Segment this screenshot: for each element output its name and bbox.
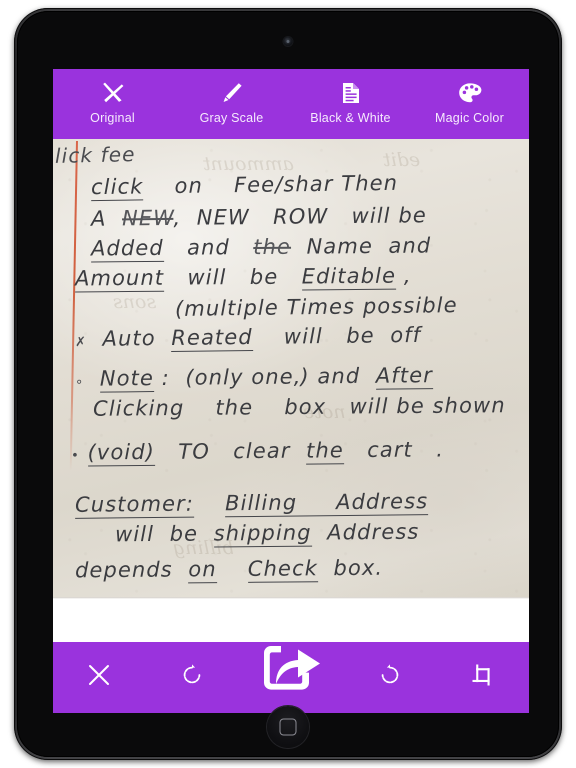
document-icon [340,80,362,106]
filter-original-label: Original [90,111,135,125]
handwriting-line: Added and the Name and [90,233,432,263]
ghost-bleed-text: edit [383,149,421,171]
filter-gray-scale-label: Gray Scale [199,111,264,125]
ghost-bleed-text: ammount [203,153,294,175]
handwriting-line: will be shipping Address [114,519,420,548]
filter-black-white[interactable]: Black & White [291,69,410,139]
red-margin-rule [69,140,79,471]
handwriting-line: ∘ Note : (only one,) and After [74,363,434,393]
home-button[interactable] [267,706,309,748]
filter-black-white-label: Black & White [310,111,391,125]
handwriting-line: • (void) TO clear the cart . [70,437,445,467]
handwriting-line: depends on Check box. [74,555,384,584]
close-icon [86,662,112,693]
device-bezel: Original Gray Scale Black & White Magic … [17,11,559,757]
paper-background: ammount edit sons note billing lick fee … [53,139,529,597]
handwriting-line: Customer: Billing Address [74,489,429,519]
crop-icon [471,663,495,692]
handwriting-line: Clicking the box will be shown [92,393,506,421]
palette-icon [457,80,483,106]
share-button[interactable] [238,641,344,713]
rotate-left-icon [378,663,402,692]
filter-magic-color[interactable]: Magic Color [410,69,529,139]
tablet-device-frame: Original Gray Scale Black & White Magic … [14,8,562,760]
ghost-bleed-text: sons [113,291,157,313]
rotate-right-button[interactable] [145,642,237,713]
handwriting-line: A NEW, NEW ROW will be [90,203,428,231]
handwriting-line: (multiple Times possible [174,293,458,321]
filter-original[interactable]: Original [53,69,172,139]
rotate-left-button[interactable] [344,642,436,713]
scanned-document-preview[interactable]: ammount edit sons note billing lick fee … [53,139,529,713]
cross-pencils-icon [100,80,126,106]
crop-button[interactable] [437,642,529,713]
filter-magic-color-label: Magic Color [435,111,504,125]
handwritten-note-text: lick fee click on Fee/shar Then A NEW, N… [53,139,529,597]
action-toolbar [53,642,529,713]
handwriting-line: click on Fee/shar Then [90,170,399,202]
share-icon [258,643,324,706]
pencil-icon [219,80,245,106]
handwriting-line: lick fee [54,142,136,168]
handwriting-line: Amount will be Editable , [74,263,412,293]
rotate-right-icon [180,663,204,692]
home-square-icon [279,718,297,736]
ghost-bleed-text: billing [173,537,234,559]
close-button[interactable] [53,642,145,713]
filter-gray-scale[interactable]: Gray Scale [172,69,291,139]
ghost-bleed-text: note [303,401,346,423]
front-camera-icon [283,37,293,46]
paper-bottom-edge [53,597,529,599]
handwriting-line: ✗ Auto Reated will be off [74,322,422,352]
screen: Original Gray Scale Black & White Magic … [53,69,529,713]
filter-toolbar: Original Gray Scale Black & White Magic … [53,69,529,139]
